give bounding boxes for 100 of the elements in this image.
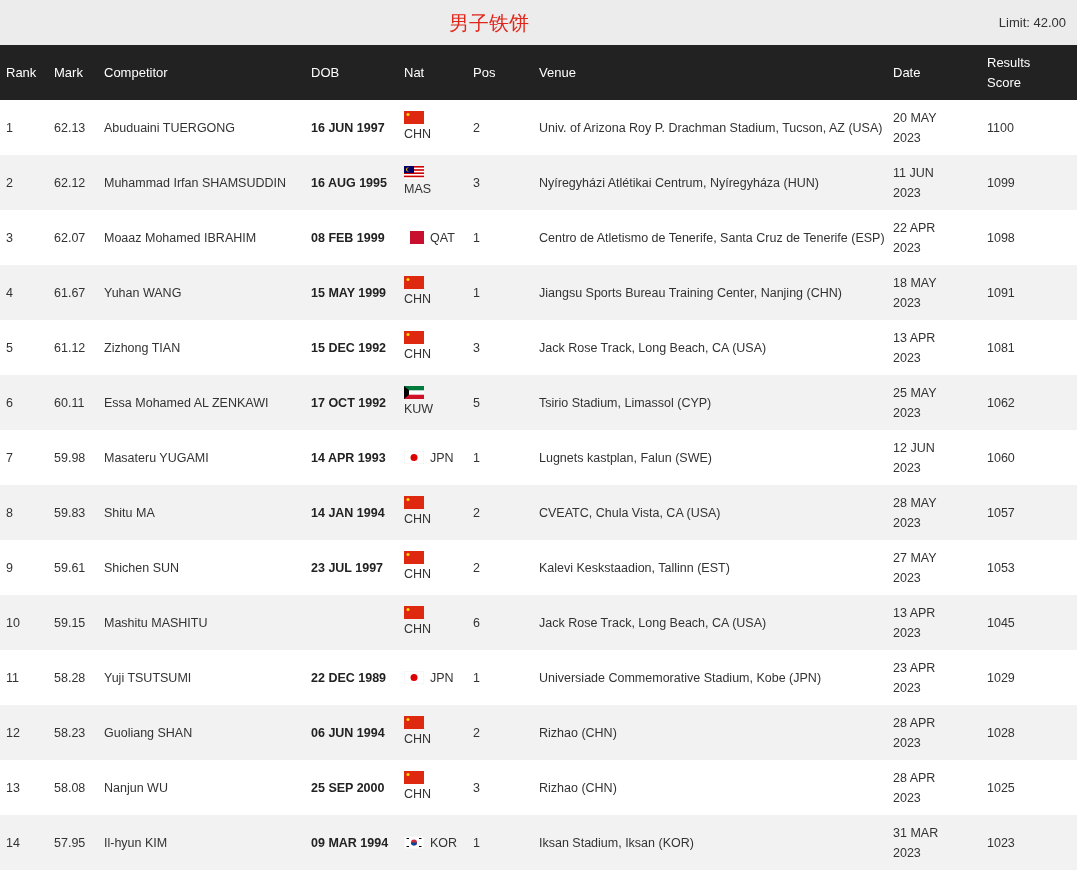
flag-icon [404,331,424,344]
date-cell-text: 31 MAR 2023 [893,824,940,862]
rank-cell-text: 6 [6,394,14,412]
nat-cell-text: CHN [404,621,432,638]
score-cell-text: 1060 [987,449,1016,467]
flag-icon [404,771,424,784]
flag-icon [404,496,424,509]
mark-cell-text: 61.67 [54,284,87,302]
venue-cell-text: Univ. of Arizona Roy P. Drachman Stadium, Tucson, AZ (USA) [539,119,884,137]
column-header: Results Score [986,53,1032,92]
competitor-cell-text: Yuji TSUTSUMI [104,669,193,687]
nat-cell-text: CHN [404,511,432,528]
flag-icon [404,111,424,124]
nat-cell-text: KOR [430,834,458,852]
pos-cell-text: 1 [473,449,481,467]
column-header: Venue [538,63,577,82]
score-cell-text: 1100 [987,119,1015,137]
venue-cell-text: Jack Rose Track, Long Beach, CA (USA) [539,614,768,632]
venue-cell-text: Rizhao (CHN) [539,779,618,797]
date-cell-text: 22 APR 2023 [893,219,937,257]
flag-icon [404,276,424,289]
column-header: Date [892,63,922,82]
mark-cell-text: 62.12 [54,174,87,192]
competitor-cell-text: Muhammad Irfan SHAMSUDDIN [104,174,287,192]
mark-cell-text: 59.61 [54,559,87,577]
nat-cell-text: CHN [404,346,432,363]
venue-cell-text: Nyíregyházi Atlétikai Centrum, Nyíregyháza (HUN) [539,174,820,192]
table-title: 男子铁饼 [448,10,529,36]
score-cell-text: 1099 [987,174,1016,192]
dob-cell-text: 14 JAN 1994 [311,504,386,522]
column-header: Competitor [103,63,169,82]
date-cell-text: 27 MAY 2023 [893,549,938,587]
rank-cell-text: 8 [6,504,14,522]
pos-cell-text: 2 [473,724,481,742]
dob-cell-text: 23 JUL 1997 [311,559,385,577]
venue-cell-text: Rizhao (CHN) [539,724,618,742]
dob-cell-text: 25 SEP 2000 [311,779,386,797]
dob-cell-text: 16 JUN 1997 [311,119,386,137]
mark-cell-text: 59.15 [54,614,87,632]
pos-cell-text: 3 [473,339,481,357]
venue-cell-text: CVEATC, Chula Vista, CA (USA) [539,504,722,522]
dob-cell-text: 09 MAR 1994 [311,834,390,852]
mark-cell-text: 62.13 [54,119,87,137]
venue-cell-text: Lugnets kastplan, Falun (SWE) [539,449,713,467]
date-cell-text: 12 JUN 2023 [893,439,936,477]
competitor-cell-text: Abuduaini TUERGONG [104,119,237,137]
pos-cell-text: 3 [473,174,481,192]
score-cell-text: 1098 [987,229,1016,247]
score-cell-text: 1045 [987,614,1016,632]
rank-cell-text: 12 [6,724,21,742]
dob-cell-text: 14 APR 1993 [311,449,387,467]
rank-cell-text: 9 [6,559,14,577]
flag-icon [404,451,424,464]
pos-cell-text: 2 [473,559,481,577]
venue-cell-text: Iksan Stadium, Iksan (KOR) [539,834,695,852]
competitor-cell-text: Masateru YUGAMI [104,449,210,467]
flag-icon [404,166,424,179]
venue-cell-text: Universiade Commemorative Stadium, Kobe (JPN) [539,669,823,687]
date-cell-text: 11 JUN 2023 [893,164,935,202]
date-cell-text: 28 MAY 2023 [893,494,938,532]
score-cell-text: 1028 [987,724,1016,742]
flag-icon [404,671,424,684]
competitor-cell-text: Guoliang SHAN [104,724,194,742]
rank-cell-text: 7 [6,449,14,467]
dob-cell-text: 06 JUN 1994 [311,724,386,742]
competitor-cell-text: Shichen SUN [104,559,181,577]
rank-cell-text: 2 [6,174,14,192]
rank-cell-text: 4 [6,284,14,302]
mark-cell-text: 58.08 [54,779,87,797]
venue-cell-text: Jiangsu Sports Bureau Training Center, Nanjing (CHN) [539,284,843,302]
rank-cell-text: 11 [6,669,20,687]
mark-cell-text: 58.23 [54,724,87,742]
pos-cell-text: 1 [473,229,481,247]
mark-cell-text: 57.95 [54,834,87,852]
nat-cell-text: KUW [404,401,434,418]
venue-cell-text: Centro de Atletismo de Tenerife, Santa Cruz de Tenerife (ESP) [539,229,886,247]
column-header: DOB [310,63,341,82]
rank-cell-text: 13 [6,779,21,797]
date-cell-text: 13 APR 2023 [893,604,937,642]
dob-cell-text: 17 OCT 1992 [311,394,388,412]
nat-cell-text: CHN [404,291,432,308]
competitor-cell-text: Il-hyun KIM [104,834,169,852]
rank-cell-text: 14 [6,834,21,852]
date-cell-text: 18 MAY 2023 [893,274,938,312]
nat-cell-text: JPN [430,449,454,467]
pos-cell-text: 2 [473,504,481,522]
score-cell-text: 1029 [987,669,1016,687]
competitor-cell-text: Yuhan WANG [104,284,183,302]
date-cell-text: 20 MAY 2023 [893,109,938,147]
mark-cell-text: 59.83 [54,504,87,522]
rank-cell-text: 5 [6,339,14,357]
column-header: Pos [472,63,497,82]
score-cell-text: 1062 [987,394,1016,412]
dob-cell-text: 15 DEC 1992 [311,339,388,357]
pos-cell-text: 6 [473,614,481,632]
pos-cell-text: 5 [473,394,481,412]
dob-cell-text: 08 FEB 1999 [311,229,386,247]
flag-icon [404,836,424,849]
score-cell-text: 1025 [987,779,1016,797]
mark-cell-text: 60.11 [54,394,86,412]
